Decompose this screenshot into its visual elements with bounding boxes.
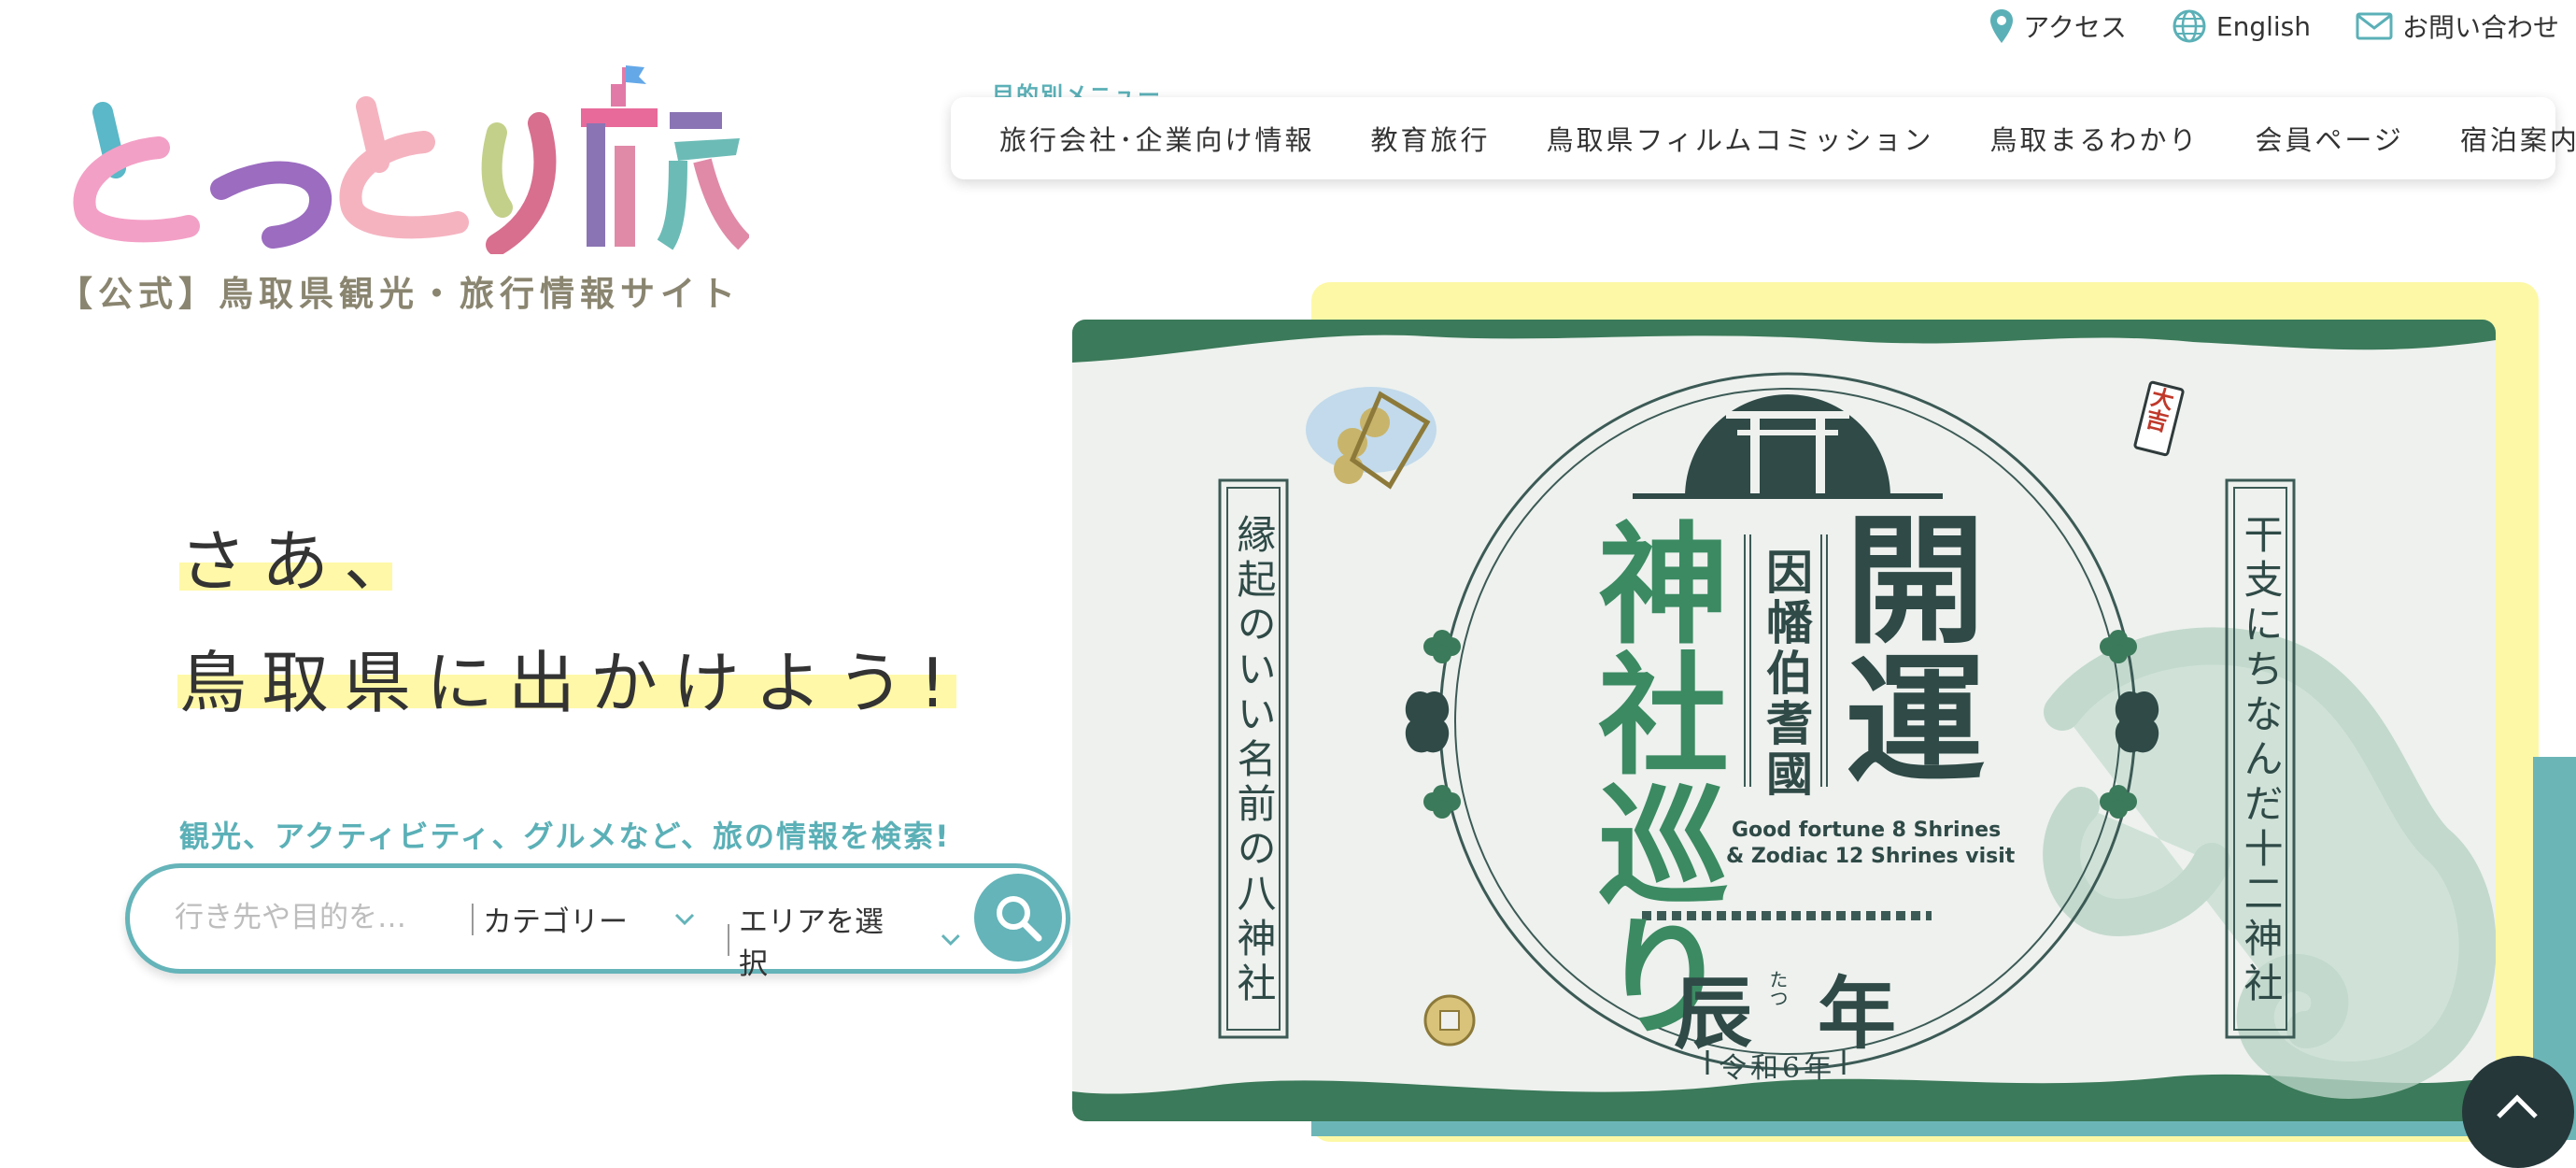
- logo-subtitle: 【公式】鳥取県観光・旅行情報サイト: [58, 274, 741, 314]
- search-icon: [997, 896, 1042, 942]
- map-pin-icon: [1990, 9, 2014, 43]
- purpose-menu: 旅行会社･企業向け情報 教育旅行 鳥取県フィルムコミッション 鳥取まるわかり 会…: [951, 97, 2576, 179]
- chevron-up-icon: [2497, 1094, 2538, 1118]
- nav-item-accommodation[interactable]: 宿泊案内: [2432, 119, 2576, 158]
- nav-item-educational-travel[interactable]: 教育旅行: [1343, 119, 1519, 158]
- banner-year-ruby: たつ: [1766, 970, 1789, 1007]
- english-link[interactable]: English: [2172, 8, 2311, 44]
- scroll-top-button[interactable]: [2462, 1056, 2574, 1168]
- banner-title-region: 因幡伯耆國: [1759, 548, 1814, 800]
- category-select-label: カテゴリー: [483, 905, 628, 939]
- category-select[interactable]: カテゴリー: [472, 898, 705, 940]
- search-input[interactable]: [173, 900, 429, 935]
- search-button[interactable]: [974, 874, 1062, 961]
- access-link[interactable]: アクセス: [1989, 7, 2127, 45]
- select-divider: [472, 903, 474, 935]
- area-select[interactable]: エリアを選択: [728, 898, 961, 982]
- utility-links: アクセス English お問い合わせ: [1989, 7, 2559, 45]
- banner-right-vertical: 干支にちなんだ十二神社: [2238, 514, 2284, 1007]
- area-select-label: エリアを選択: [738, 905, 884, 981]
- nav-item-film-commission[interactable]: 鳥取県フィルムコミッション: [1519, 119, 1962, 158]
- banner-title-good-luck: 開運: [1821, 506, 1986, 787]
- hero-banner-slide[interactable]: 縁起のいい名前の八神社 干支にちなんだ十二神社 神社巡り 因幡伯耆國 開運 Go…: [1072, 320, 2496, 1121]
- hero-line-1: さあ、: [179, 522, 427, 601]
- nav-item-travel-agencies[interactable]: 旅行会社･企業向け情報: [971, 119, 1343, 158]
- tottori-tabi-logo: [73, 65, 749, 254]
- mail-icon: [2356, 12, 2393, 40]
- nav-item-members[interactable]: 会員ページ: [2227, 119, 2431, 158]
- contact-link[interactable]: お問い合わせ: [2356, 7, 2559, 45]
- banner-english-line-2: & Zodiac 12 Shrines visit: [1726, 845, 2016, 868]
- banner-era: 令和6年: [1719, 1052, 1836, 1085]
- english-label: English: [2215, 10, 2311, 42]
- search-bar: カテゴリー エリアを選択: [125, 863, 1070, 981]
- access-label: アクセス: [2023, 12, 2127, 43]
- banner-left-vertical: 縁起のいい名前の八神社: [1231, 514, 1277, 1007]
- banner-english-line-1: Good fortune 8 Shrines: [1732, 819, 2002, 842]
- contact-label: お問い合わせ: [2401, 12, 2559, 43]
- site-logo[interactable]: 【公式】鳥取県観光・旅行情報サイト: [58, 58, 749, 320]
- chevron-down-icon: [941, 934, 961, 947]
- search-hint: 観光、アクティビティ、グルメなど、旅の情報を検索!: [179, 819, 951, 854]
- globe-icon: [2173, 9, 2206, 43]
- nav-item-tottori-overview[interactable]: 鳥取まるわかり: [1961, 119, 2227, 158]
- chevron-down-icon: [674, 913, 695, 925]
- select-divider: [728, 924, 729, 956]
- hero-line-2: 鳥取県に出かけよう!: [179, 644, 961, 722]
